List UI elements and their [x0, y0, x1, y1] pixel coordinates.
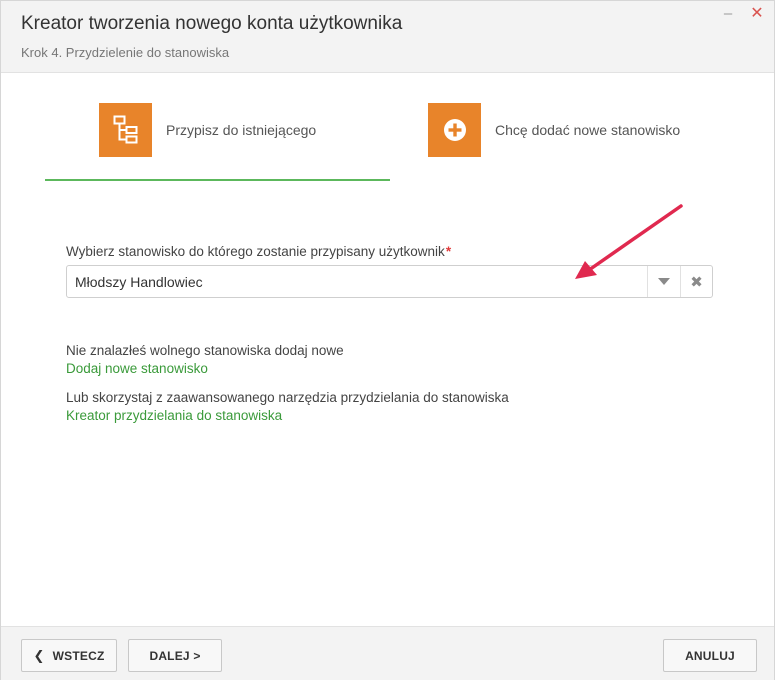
no-free-position-text: Nie znalazłeś wolnego stanowiska dodaj n… [66, 343, 344, 358]
clear-icon: ✖ [690, 273, 703, 291]
dialog-footer: ❮ WSTECZ DALEJ > ANULUJ [1, 626, 774, 680]
close-button[interactable]: ✕ [750, 6, 764, 22]
required-asterisk: * [445, 244, 452, 259]
minimize-button[interactable]: – [721, 6, 735, 21]
next-button-label: DALEJ > [149, 648, 201, 663]
position-select[interactable]: Młodszy Handlowiec ✖ [66, 265, 713, 298]
add-new-position-option[interactable]: Chcę dodać nowe stanowisko [428, 103, 680, 157]
cancel-button-label: ANULUJ [685, 648, 735, 663]
next-button[interactable]: DALEJ > [128, 639, 222, 672]
active-tab-indicator [45, 179, 390, 181]
position-field-label-text: Wybierz stanowisko do którego zostanie p… [66, 244, 445, 259]
position-field-label: Wybierz stanowisko do którego zostanie p… [66, 244, 451, 259]
advanced-tool-text: Lub skorzystaj z zaawansowanego narzędzi… [66, 390, 509, 405]
dropdown-toggle[interactable] [647, 266, 680, 297]
wizard-dialog: Kreator tworzenia nowego konta użytkowni… [0, 0, 775, 680]
step-subtitle: Krok 4. Przydzielenie do stanowiska [21, 45, 230, 60]
plus-circle-icon [428, 103, 481, 157]
assign-existing-label: Przypisz do istniejącego [166, 122, 317, 138]
cancel-button[interactable]: ANULUJ [663, 639, 757, 672]
chevron-left-icon: ❮ [33, 647, 45, 663]
assignment-wizard-link[interactable]: Kreator przydzielania do stanowiska [66, 408, 282, 423]
back-button-label: WSTECZ [52, 648, 105, 663]
assign-existing-option[interactable]: Przypisz do istniejącego [99, 103, 316, 157]
clear-selection-button[interactable]: ✖ [680, 266, 712, 297]
caret-down-icon [658, 278, 670, 285]
back-button[interactable]: ❮ WSTECZ [21, 639, 117, 672]
add-new-position-link[interactable]: Dodaj nowe stanowisko [66, 361, 208, 376]
hierarchy-icon [99, 103, 152, 157]
add-new-position-label: Chcę dodać nowe stanowisko [495, 122, 681, 138]
position-select-value: Młodszy Handlowiec [75, 274, 203, 290]
dialog-title: Kreator tworzenia nowego konta użytkowni… [21, 13, 403, 34]
dialog-header: Kreator tworzenia nowego konta użytkowni… [1, 1, 774, 73]
